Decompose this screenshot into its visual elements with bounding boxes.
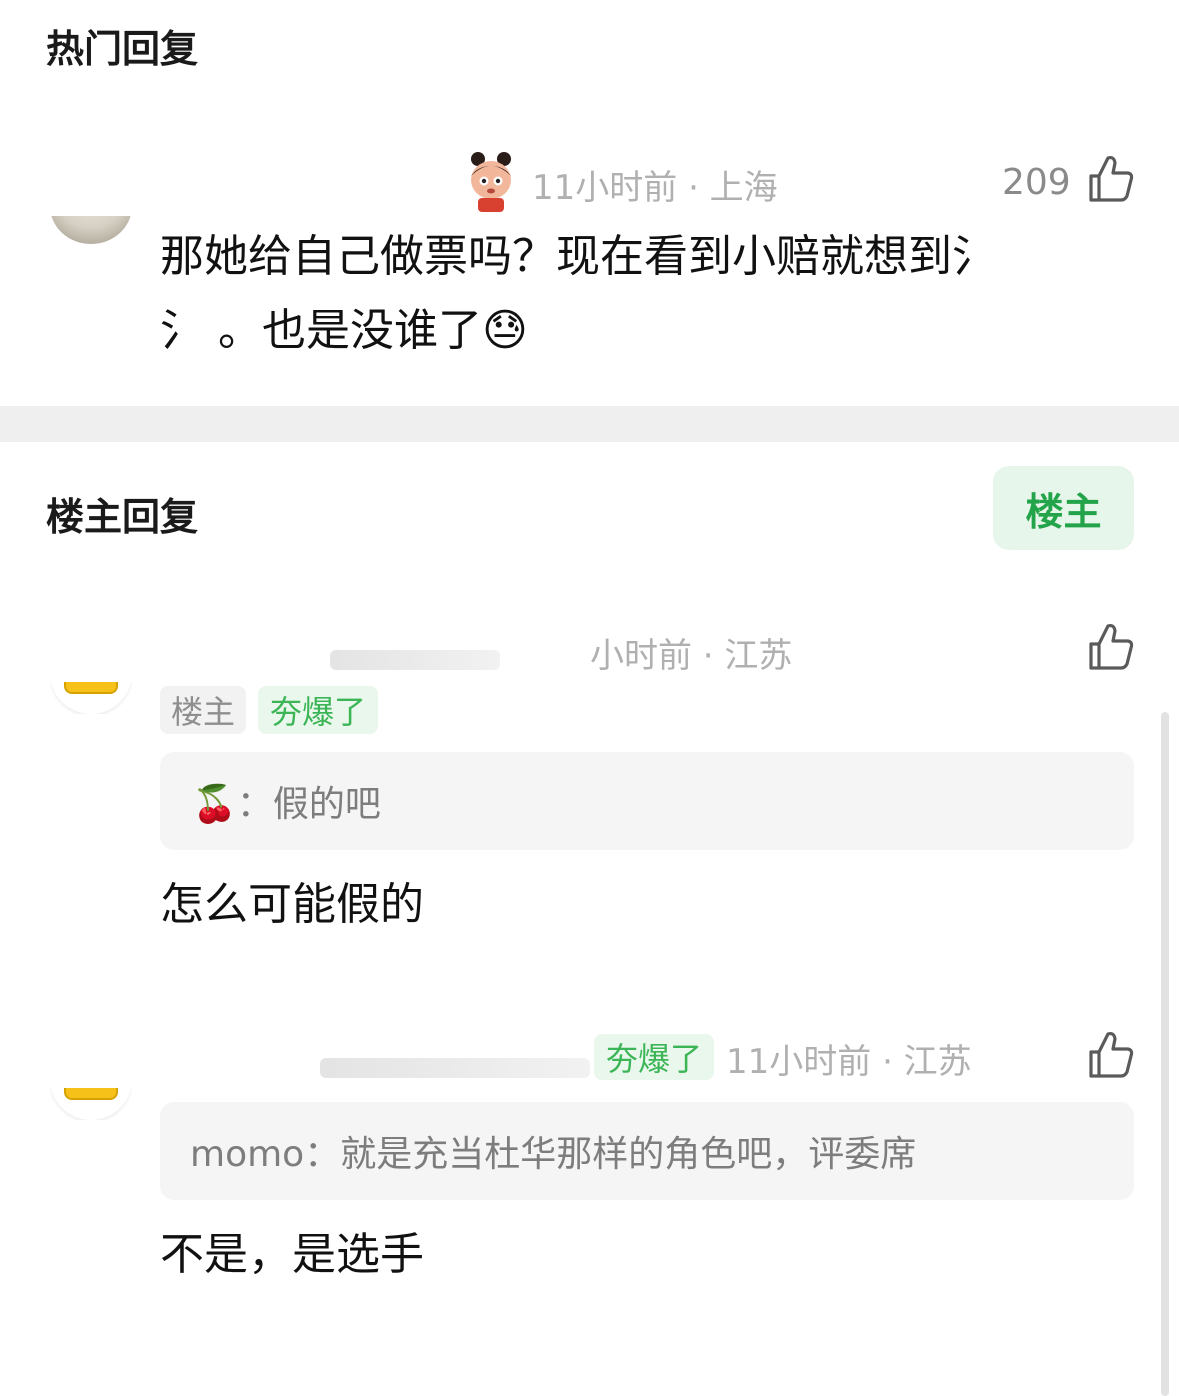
badge-tag: 夯爆了 <box>258 686 378 734</box>
op-filter-button[interactable]: 楼主 <box>993 466 1134 550</box>
reply-meta: 11小时前 · 江苏 <box>726 1042 972 1082</box>
user-emoji-avatar[interactable] <box>464 150 518 212</box>
comment-meta: 11小时前 · 上海 <box>532 168 778 208</box>
thumbs-up-icon[interactable] <box>1088 154 1134 204</box>
like-count: 209 <box>1002 162 1071 203</box>
comment-text-line2: 氵 。也是没谁了😓 <box>160 305 528 356</box>
reply-text: 不是，是选手 <box>160 1229 424 1280</box>
blurred-username <box>320 1058 590 1078</box>
badge-tag: 夯爆了 <box>594 1034 714 1080</box>
avatar[interactable] <box>50 1088 132 1120</box>
quoted-reply-text: 🍒：假的吧 <box>192 784 381 825</box>
hot-replies-title: 热门回复 <box>46 27 199 71</box>
quoted-reply-text: momo：就是充当杜华那样的角色吧，评委席 <box>190 1134 917 1175</box>
thumbs-up-icon[interactable] <box>1088 1030 1134 1080</box>
section-divider <box>0 406 1179 442</box>
op-tag: 楼主 <box>160 686 246 734</box>
scrollbar[interactable] <box>1161 712 1169 1396</box>
reply-meta: 小时前 · 江苏 <box>590 636 793 676</box>
reply-text: 怎么可能假的 <box>160 879 424 930</box>
thumbs-up-icon[interactable] <box>1088 622 1134 672</box>
comment-text-line1: 那她给自己做票吗？现在看到小赔就想到氵 <box>160 231 996 282</box>
blurred-username <box>330 650 500 670</box>
quoted-reply[interactable]: 🍒：假的吧 <box>160 752 1134 850</box>
op-replies-title: 楼主回复 <box>46 495 199 539</box>
avatar[interactable] <box>50 216 132 244</box>
avatar[interactable] <box>50 682 132 714</box>
quoted-reply[interactable]: momo：就是充当杜华那样的角色吧，评委席 <box>160 1102 1134 1200</box>
